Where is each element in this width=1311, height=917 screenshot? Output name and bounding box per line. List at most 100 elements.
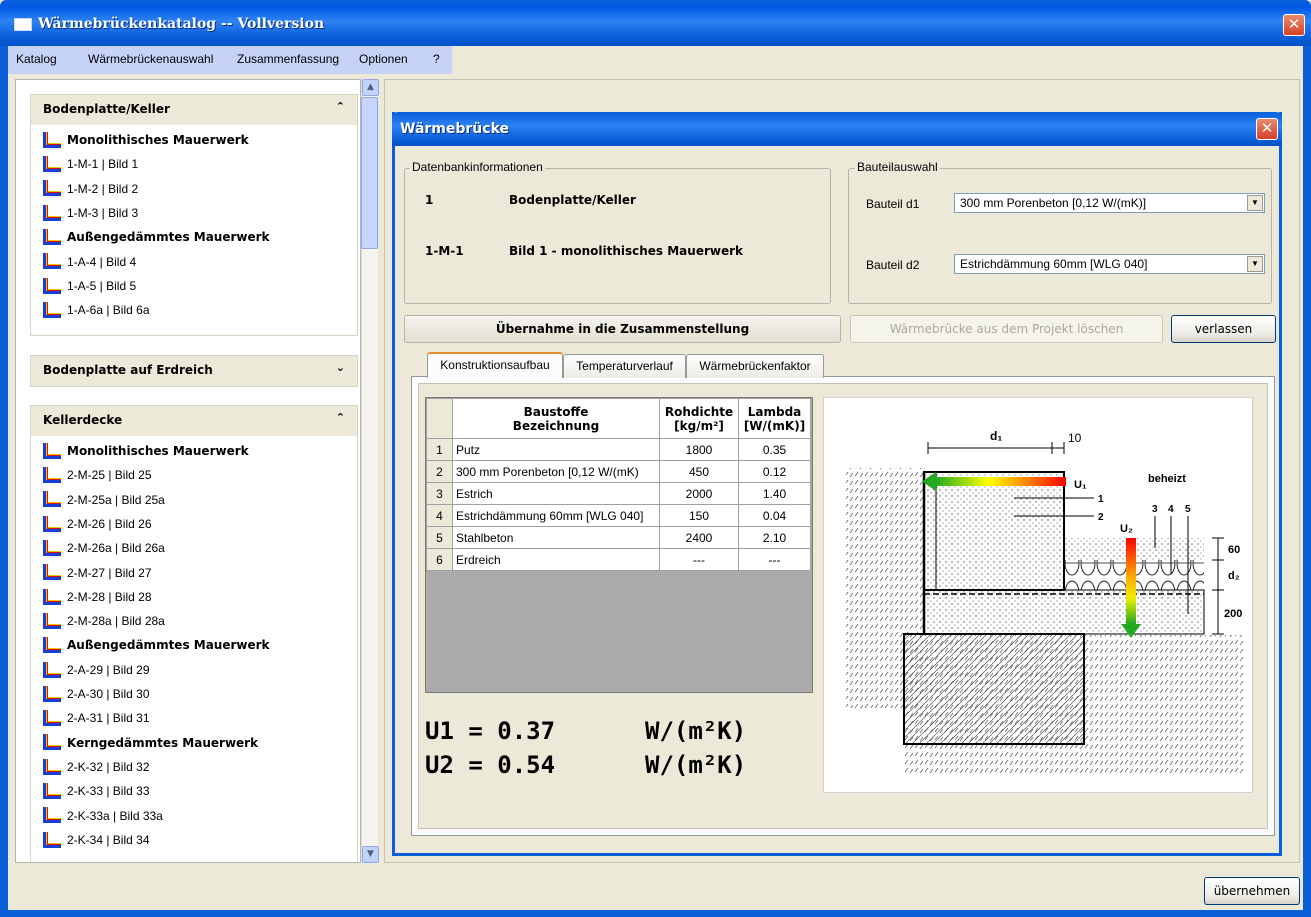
group-header[interactable]: Bodenplatte auf Erdreich ⌄ — [31, 356, 357, 386]
lambda-cell[interactable]: 0.12 — [738, 460, 811, 483]
tree-item-label: Außengedämmtes Mauerwerk — [67, 230, 270, 245]
table-row[interactable]: 4 Estrichdämmung 60mm [WLG 040] 150 0.04 — [426, 504, 811, 527]
thermal-bridge-icon — [43, 442, 61, 459]
lambda-cell[interactable]: 0.35 — [738, 438, 811, 461]
tree-item[interactable]: 2-M-25a | Bild 25a — [43, 489, 165, 511]
col-header-bezeichnung: Baustoffe Bezeichnung — [452, 398, 660, 439]
dim-200-label: 200 — [1224, 608, 1242, 620]
tree-item[interactable]: 1-M-1 | Bild 1 — [43, 153, 138, 175]
lambda-cell[interactable]: 1.40 — [738, 482, 811, 505]
tree-item[interactable]: 1-M-2 | Bild 2 — [43, 178, 138, 200]
slab-layer — [923, 589, 1205, 635]
material-grid[interactable]: Baustoffe Bezeichnung Rohdichte [kg/m²] … — [425, 397, 813, 693]
tree-item[interactable]: 2-K-32 | Bild 32 — [43, 756, 150, 778]
bauteil-d2-select[interactable]: Estrichdämmung 60mm [WLG 040] ▼ — [954, 254, 1265, 274]
close-window-button[interactable]: ✕ — [1283, 14, 1305, 36]
material-name[interactable]: Estrichdämmung 60mm [WLG 040] — [452, 504, 660, 527]
table-row[interactable]: 2 300 mm Porenbeton [0,12 W/(mK) 450 0.12 — [426, 460, 811, 483]
tree-item[interactable]: 2-K-34 | Bild 34 — [43, 829, 150, 851]
row-number: 2 — [426, 460, 453, 483]
tree-item-label: 1-A-6a | Bild 6a — [67, 303, 150, 318]
tree-item-label: 2-K-33 | Bild 33 — [67, 784, 150, 799]
loeschen-button[interactable]: Wärmebrücke aus dem Projekt löschen — [850, 315, 1163, 343]
tree-item[interactable]: 1-A-4 | Bild 4 — [43, 251, 136, 273]
tree-item[interactable]: 1-A-5 | Bild 5 — [43, 275, 136, 297]
table-row[interactable]: 1 Putz 1800 0.35 — [426, 438, 811, 461]
expand-icon[interactable]: ⌄ — [336, 361, 345, 374]
rohdichte-cell[interactable]: 150 — [659, 504, 739, 527]
db-entry-name: Bild 1 - monolithisches Mauerwerk — [509, 244, 743, 258]
tree-item[interactable]: 2-K-33 | Bild 33 — [43, 780, 150, 802]
tree-item[interactable]: 1-A-6a | Bild 6a — [43, 299, 150, 321]
collapse-icon[interactable]: ⌃ — [336, 411, 345, 424]
material-name[interactable]: Putz — [452, 438, 660, 461]
lambda-cell[interactable]: --- — [738, 548, 811, 571]
tab-konstruktionsaufbau[interactable]: Konstruktionsaufbau — [427, 352, 563, 378]
collapse-icon[interactable]: ⌃ — [336, 100, 345, 113]
group-header[interactable]: Bodenplatte/Keller ⌃ — [31, 95, 357, 125]
tree-item[interactable]: 2-M-26 | Bild 26 — [43, 513, 152, 535]
tree-item[interactable]: 2-A-31 | Bild 31 — [43, 707, 150, 729]
tree-item[interactable]: 2-A-30 | Bild 30 — [43, 683, 150, 705]
close-dialog-button[interactable]: ✕ — [1256, 118, 1278, 140]
table-row[interactable]: 3 Estrich 2000 1.40 — [426, 482, 811, 505]
tab-waermebrueckenfaktor[interactable]: Wärmebrückenfaktor — [686, 354, 824, 378]
material-name[interactable]: 300 mm Porenbeton [0,12 W/(mK) — [452, 460, 660, 483]
tree-item[interactable]: 2-M-26a | Bild 26a — [43, 537, 165, 559]
thermal-bridge-icon — [43, 758, 61, 775]
material-name[interactable]: Erdreich — [452, 548, 660, 571]
thermal-bridge-icon — [43, 515, 61, 532]
rohdichte-cell[interactable]: 2400 — [659, 526, 739, 549]
group-bodenplatte-erdreich: Bodenplatte auf Erdreich ⌄ — [30, 355, 358, 387]
tree-item-label: 2-M-27 | Bild 27 — [67, 565, 152, 580]
uebernahme-button[interactable]: Übernahme in die Zusammenstellung — [404, 315, 841, 343]
menu-help[interactable]: ? — [433, 52, 440, 66]
group-header[interactable]: Kellerdecke ⌃ — [31, 406, 357, 436]
table-row[interactable]: 6 Erdreich --- --- — [426, 548, 811, 571]
rohdichte-cell[interactable]: 450 — [659, 460, 739, 483]
tree-item-label: 1-A-5 | Bild 5 — [67, 278, 137, 293]
tree-item[interactable]: 1-M-3 | Bild 3 — [43, 202, 138, 224]
tree-item[interactable]: 2-M-28a | Bild 28a — [43, 610, 165, 632]
u2-value: U2 = 0.54 — [425, 751, 556, 779]
menu-katalog[interactable]: Katalog — [16, 52, 57, 66]
tab-temperaturverlauf[interactable]: Temperaturverlauf — [563, 354, 686, 378]
table-row[interactable]: 5 Stahlbeton 2400 2.10 — [426, 526, 811, 549]
col-header-rohdichte: Rohdichte [kg/m²] — [659, 398, 739, 439]
rohdichte-cell[interactable]: 2000 — [659, 482, 739, 505]
tree-item[interactable]: 2-K-33a | Bild 33a — [43, 805, 163, 827]
tree-item[interactable]: 2-M-25 | Bild 25 — [43, 464, 152, 486]
material-name[interactable]: Estrich — [452, 482, 660, 505]
tree-item-label: 2-M-25a | Bild 25a — [67, 492, 165, 507]
rohdichte-cell[interactable]: 1800 — [659, 438, 739, 461]
verlassen-button[interactable]: verlassen — [1171, 315, 1276, 343]
tree-category[interactable]: Außengedämmtes Mauerwerk — [43, 226, 270, 248]
dropdown-arrow-icon[interactable]: ▼ — [1247, 256, 1263, 272]
lambda-cell[interactable]: 0.04 — [738, 504, 811, 527]
layer-5-label: 5 — [1185, 504, 1191, 515]
dropdown-arrow-icon[interactable]: ▼ — [1247, 195, 1263, 211]
tree-item[interactable]: 2-M-28 | Bild 28 — [43, 586, 152, 608]
tree-item-label: 2-K-32 | Bild 32 — [67, 759, 150, 774]
tree-item[interactable]: 2-A-29 | Bild 29 — [43, 659, 150, 681]
tree-category[interactable]: Monolithisches Mauerwerk — [43, 440, 249, 462]
rohdichte-cell[interactable]: --- — [659, 548, 739, 571]
tree-item[interactable]: 2-M-27 | Bild 27 — [43, 562, 152, 584]
uebernehmen-button[interactable]: übernehmen — [1204, 877, 1300, 905]
thermal-bridge-icon — [43, 710, 61, 727]
scrollbar-thumb[interactable] — [361, 97, 378, 249]
tree-category[interactable]: Außengedämmtes Mauerwerk — [43, 634, 270, 656]
tree-category[interactable]: Monolithisches Mauerwerk — [43, 129, 249, 151]
menu-optionen[interactable]: Optionen — [359, 52, 408, 66]
bauteil-d1-select[interactable]: 300 mm Porenbeton [0,12 W/(mK)] ▼ — [954, 193, 1265, 213]
tree-category[interactable]: Kerngedämmtes Mauerwerk — [43, 732, 258, 754]
scroll-up-icon[interactable]: ▲ — [362, 79, 379, 96]
layer-3-label: 3 — [1152, 504, 1158, 515]
material-name[interactable]: Stahlbeton — [452, 526, 660, 549]
menu-waermebrueckenauswahl[interactable]: Wärmebrückenauswahl — [88, 52, 213, 66]
lambda-cell[interactable]: 2.10 — [738, 526, 811, 549]
window-title: Wärmebrückenkatalog -- Vollversion — [38, 16, 325, 32]
menu-zusammenfassung[interactable]: Zusammenfassung — [237, 52, 339, 66]
scroll-down-icon[interactable]: ▼ — [362, 846, 379, 863]
construction-drawing: d₁ 10 60 d₂ 200 beheizt 1 2 3 4 5 U₁ U₂ — [823, 397, 1253, 793]
